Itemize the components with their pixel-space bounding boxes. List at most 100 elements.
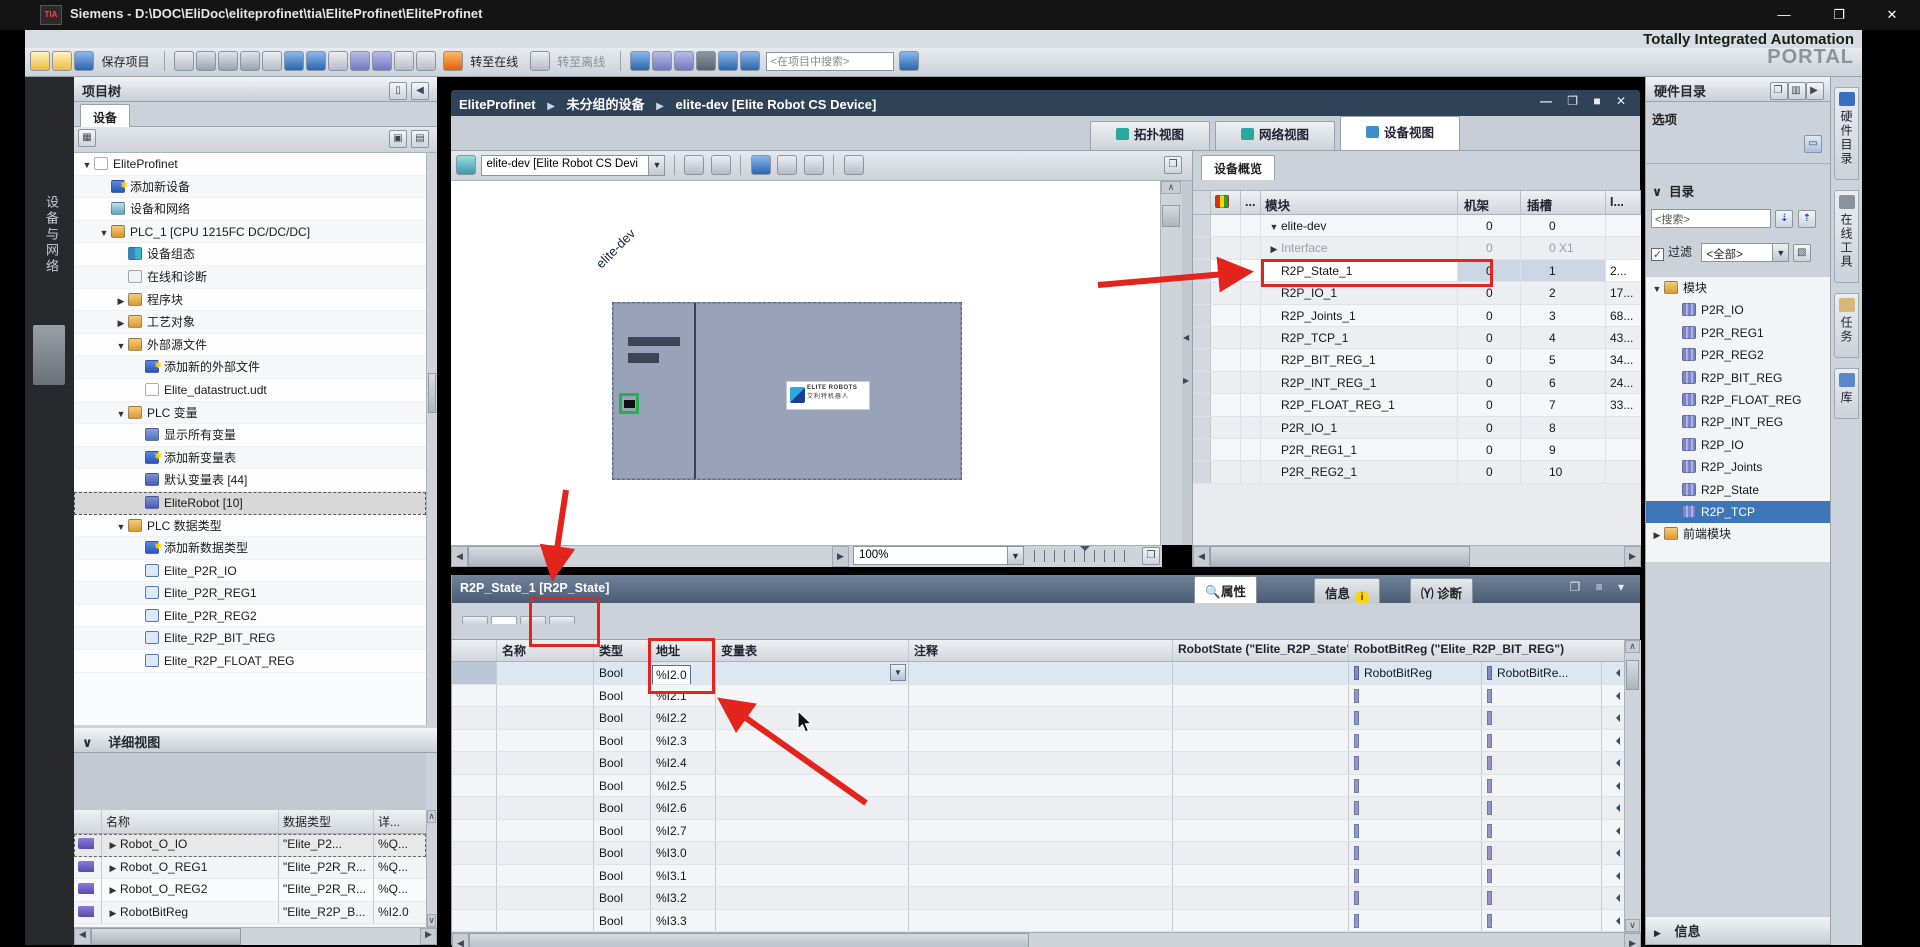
detail-view-header[interactable]: ∨ 详细视图 bbox=[74, 728, 437, 753]
upload-icon[interactable] bbox=[372, 51, 392, 71]
go-offline-icon[interactable] bbox=[530, 51, 550, 71]
split-editor-icon[interactable]: ❒ bbox=[1164, 156, 1182, 174]
io-row-tagtable[interactable] bbox=[716, 752, 909, 774]
io-row-comment[interactable] bbox=[909, 752, 1173, 774]
io-row-address[interactable]: %I3.1 bbox=[651, 865, 716, 887]
props-tab-texts[interactable] bbox=[549, 616, 575, 624]
overview-row-p2r-reg1[interactable]: P2R_REG1_1 0 9 bbox=[1193, 439, 1641, 461]
fit-view-icon[interactable]: ❒ bbox=[1142, 547, 1160, 565]
tree-item-device-config[interactable]: 设备组态 bbox=[74, 243, 426, 266]
canvas-vertical-scrollbar[interactable]: ∧ bbox=[1160, 181, 1182, 545]
expander-icon[interactable]: ▶ bbox=[1650, 524, 1664, 545]
tree-item-elite-p2r-reg2[interactable]: Elite_P2R_REG2 bbox=[74, 605, 426, 628]
overview-row-r2p-tcp[interactable]: R2P_TCP_1 0 4 43... bbox=[1193, 327, 1641, 349]
io-row[interactable]: Bool %I3.3 bbox=[452, 910, 1624, 933]
io-row-address[interactable]: %I2.1 bbox=[651, 685, 716, 707]
search-down-icon[interactable]: ⇣ bbox=[1775, 210, 1793, 228]
menu-item[interactable] bbox=[45, 39, 65, 41]
properties-window-icons[interactable]: ❐ ≡ ▾ bbox=[1570, 580, 1630, 594]
start-window-icon[interactable] bbox=[652, 51, 672, 71]
overview-col-iaddr[interactable]: I... bbox=[1606, 191, 1641, 214]
stop-window-icon[interactable] bbox=[674, 51, 694, 71]
Robot_O_IO[interactable]: ▶Robot_O_IO "Elite_P2... %Q... bbox=[74, 834, 426, 857]
delete-icon[interactable] bbox=[262, 51, 282, 71]
collapse-right-icon[interactable]: ▶ bbox=[1806, 82, 1824, 100]
catalog-item-r2p-bit-reg[interactable]: R2P_BIT_REG bbox=[1646, 367, 1831, 389]
tree-columns-icon[interactable]: ▤ bbox=[411, 130, 429, 148]
tree-item-tech-objects[interactable]: ▶工艺对象 bbox=[74, 311, 426, 334]
go-offline-button[interactable]: 转至离线 bbox=[557, 53, 605, 70]
project-browse-icon[interactable] bbox=[899, 51, 919, 71]
expander-icon[interactable]: ▶ bbox=[106, 840, 120, 851]
filter-checkbox[interactable]: ✓ bbox=[1651, 248, 1664, 261]
io-row-comment[interactable] bbox=[909, 842, 1173, 864]
Robot_O_REG2[interactable]: ▶Robot_O_REG2 "Elite_P2R_R... %Q... bbox=[74, 879, 426, 902]
io-row[interactable]: Bool %I2.0 ▼ RobotBitReg RobotBitRe... bbox=[452, 662, 1624, 685]
vtab-libraries[interactable]: 库 bbox=[1834, 368, 1859, 419]
props-tab-general[interactable] bbox=[462, 616, 488, 624]
filter-settings-icon[interactable]: ▧ bbox=[1793, 244, 1811, 262]
io-row-tagtable[interactable] bbox=[716, 730, 909, 752]
expander-icon[interactable]: ▶ bbox=[106, 885, 120, 896]
overview-row-r2p-io[interactable]: R2P_IO_1 0 2 17... bbox=[1193, 282, 1641, 304]
io-row-address[interactable]: %I2.0 bbox=[651, 662, 716, 684]
io-row-address[interactable]: %I2.6 bbox=[651, 797, 716, 819]
tree-item-elite-r2p-bit-reg[interactable]: Elite_R2P_BIT_REG bbox=[74, 627, 426, 650]
overview-row-r2p-int-reg[interactable]: R2P_INT_REG_1 0 6 24... bbox=[1193, 372, 1641, 394]
device-overview-tab[interactable]: 设备概览 bbox=[1201, 155, 1275, 180]
io-row-comment[interactable] bbox=[909, 865, 1173, 887]
tree-item-plc-tags[interactable]: ▼PLC 变量 bbox=[74, 402, 426, 425]
copy-icon[interactable] bbox=[218, 51, 238, 71]
io-row-comment[interactable] bbox=[909, 887, 1173, 909]
download-icon[interactable] bbox=[350, 51, 370, 71]
accessible-devices-icon[interactable] bbox=[630, 51, 650, 71]
breadcrumb-project[interactable]: EliteProfinet bbox=[459, 97, 536, 112]
io-row-address[interactable]: %I2.3 bbox=[651, 730, 716, 752]
io-row-tagtable[interactable]: ▼ bbox=[716, 662, 909, 684]
io-row[interactable]: Bool %I2.6 bbox=[452, 797, 1624, 820]
canvas-overview-splitter[interactable]: ◀ ▶ bbox=[1182, 181, 1192, 545]
detail-horizontal-scrollbar[interactable]: ◀▶ bbox=[74, 927, 437, 945]
go-online-icon[interactable] bbox=[443, 51, 463, 71]
dock-panel-icon[interactable]: ▥ bbox=[1788, 82, 1806, 100]
device-canvas[interactable]: elite-dev ELITE ROBOTS 艾利特机器人 bbox=[451, 181, 1160, 545]
device-selector[interactable]: elite-dev [Elite Robot CS Devi bbox=[481, 155, 649, 176]
show-labels-icon[interactable] bbox=[711, 155, 731, 175]
catalog-item-r2p-io[interactable]: R2P_IO bbox=[1646, 434, 1831, 456]
tree-item-devices-networks[interactable]: 设备和网络 bbox=[74, 198, 426, 221]
show-devices-icon[interactable] bbox=[394, 51, 414, 71]
breadcrumb-ungrouped-devices[interactable]: 未分组的设备 bbox=[567, 97, 645, 112]
catalog-item-r2p-float-reg[interactable]: R2P_FLOAT_REG bbox=[1646, 389, 1831, 411]
overview-col-slot[interactable]: 插槽 bbox=[1521, 191, 1606, 214]
io-row-comment[interactable] bbox=[909, 730, 1173, 752]
io-row-tagtable[interactable] bbox=[716, 775, 909, 797]
detail-col-detail[interactable]: 详... bbox=[374, 810, 426, 833]
zoom-slider[interactable] bbox=[1034, 550, 1134, 562]
io-row-comment[interactable] bbox=[909, 910, 1173, 932]
split-vertical-icon[interactable] bbox=[740, 51, 760, 71]
tree-item-elite-p2r-io[interactable]: Elite_P2R_IO bbox=[74, 560, 426, 583]
expander-icon[interactable]: ▼ bbox=[1267, 216, 1281, 236]
io-row-tagtable[interactable] bbox=[716, 887, 909, 909]
expander-icon[interactable]: ▶ bbox=[106, 908, 120, 919]
menu-item[interactable] bbox=[85, 39, 105, 41]
detail-col-datatype[interactable]: 数据类型 bbox=[279, 810, 374, 833]
overview-col-rack[interactable]: 机架 bbox=[1458, 191, 1521, 214]
io-row-address[interactable]: %I2.2 bbox=[651, 707, 716, 729]
close-button[interactable]: ✕ bbox=[1866, 0, 1918, 30]
catalog-item-r2p-joints[interactable]: R2P_Joints bbox=[1646, 456, 1831, 478]
profinet-port[interactable] bbox=[619, 393, 639, 414]
editor-window-icons[interactable]: — ❐ ■ ✕ bbox=[1540, 94, 1632, 108]
detail-col-name[interactable]: 名称 bbox=[102, 810, 279, 833]
expander-icon[interactable]: ▶ bbox=[106, 863, 120, 874]
props-tab-system-constants[interactable] bbox=[520, 616, 546, 624]
io-col-robotstate[interactable]: RobotState ("Elite_R2P_State") bbox=[1173, 640, 1349, 661]
vtab-tasks[interactable]: 任务 bbox=[1834, 293, 1859, 358]
io-row-address[interactable]: %I2.7 bbox=[651, 820, 716, 842]
graphic-view-icon[interactable] bbox=[751, 155, 771, 175]
tab-topology-view[interactable]: 拓扑视图 bbox=[1090, 121, 1210, 150]
open-project-icon[interactable] bbox=[52, 51, 72, 71]
tab-network-view[interactable]: 网络视图 bbox=[1215, 121, 1335, 150]
detail-vertical-scrollbar[interactable]: ∧ ∨ bbox=[426, 810, 437, 927]
overview-row-r2p-state[interactable]: R2P_State_1 0 1 2... bbox=[1193, 260, 1641, 282]
